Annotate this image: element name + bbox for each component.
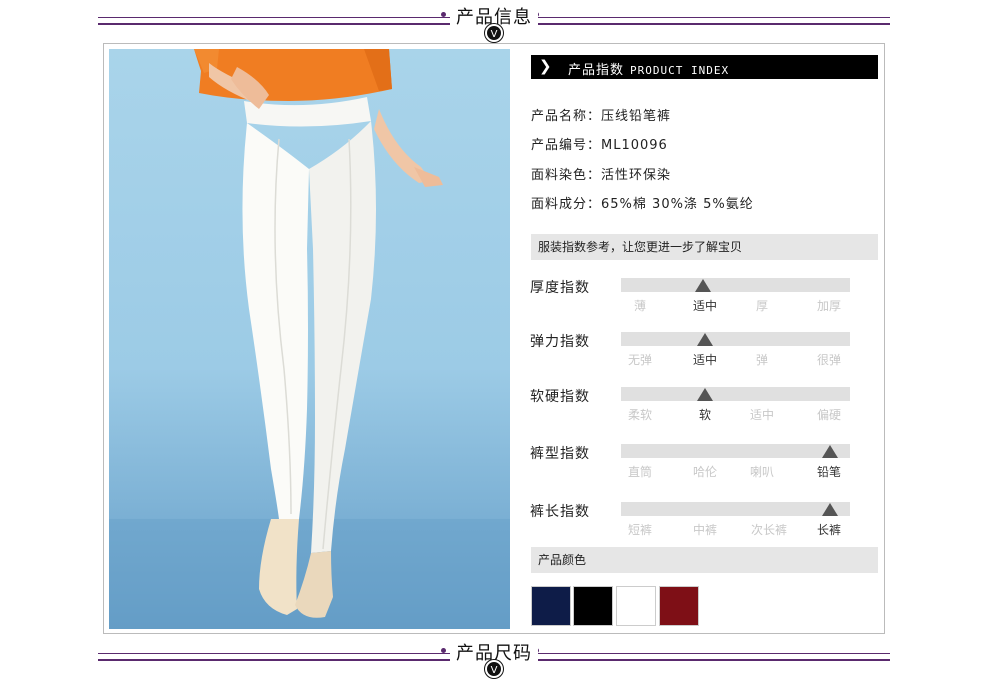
info-row-composition: 面料成分：65%棉 30%涤 5%氨纶 (531, 193, 754, 212)
product-index-header: ❯ 产品指数 PRODUCT INDEX (531, 55, 878, 79)
scale-option: 偏硬 (816, 408, 842, 422)
divider-dot (441, 12, 446, 17)
index-title-en: PRODUCT INDEX (630, 64, 730, 77)
scale-option: 次长裤 (750, 523, 788, 537)
info-row-code: 产品编号：ML10096 (531, 134, 668, 153)
size-guide-note: 服装指数参考，让您更进一步了解宝贝 (531, 234, 878, 260)
scale-option: 短裤 (627, 523, 653, 537)
info-key: 面料染色： (531, 168, 602, 183)
scale-option-selected: 适中 (692, 353, 718, 367)
scale-marker-icon (822, 445, 838, 458)
scale-track (621, 502, 850, 516)
index-title: 产品指数 PRODUCT INDEX (568, 59, 729, 78)
chevron-down-badge-icon: V (485, 660, 503, 678)
scale-option: 加厚 (816, 299, 842, 313)
info-row-name: 产品名称：压线铅笔裤 (531, 105, 671, 124)
info-value: 活性环保染 (601, 168, 672, 183)
info-value: ML10096 (601, 138, 668, 153)
index-title-cn: 产品指数 (568, 63, 625, 78)
scale-track (621, 387, 850, 401)
scale-marker-icon (695, 279, 711, 292)
scale-option: 厚 (755, 299, 769, 313)
scale-option-selected: 适中 (692, 299, 718, 313)
scale-option-selected: 铅笔 (816, 465, 842, 479)
chevron-down-badge-icon: V (485, 24, 503, 42)
scale-marker-icon (697, 333, 713, 346)
section-header-product-info: 产品信息 V (98, 0, 890, 42)
scale-marker-icon (697, 388, 713, 401)
scale-track (621, 278, 850, 292)
info-key: 产品名称： (531, 109, 602, 124)
scale-option: 中裤 (692, 523, 718, 537)
scale-track (621, 332, 850, 346)
scale-marker-icon (822, 503, 838, 516)
info-key: 面料成分： (531, 197, 602, 212)
scale-option: 柔软 (627, 408, 653, 422)
scale-option: 哈伦 (692, 465, 718, 479)
info-value: 65%棉 30%涤 5%氨纶 (601, 197, 754, 212)
scale-label: 裤型指数 (530, 446, 590, 462)
section-header-product-size: 产品尺码 V (98, 636, 890, 678)
scale-option-selected: 软 (698, 408, 712, 422)
scale-option: 无弹 (627, 353, 653, 367)
info-row-dye: 面料染色：活性环保染 (531, 164, 671, 183)
scale-option: 喇叭 (749, 465, 775, 479)
scale-option: 很弹 (816, 353, 842, 367)
chevron-right-icon: ❯ (539, 57, 552, 75)
info-value: 压线铅笔裤 (601, 109, 672, 124)
color-swatch-black[interactable] (573, 586, 613, 626)
scale-label: 厚度指数 (530, 280, 590, 296)
scale-label: 弹力指数 (530, 334, 590, 350)
scale-option: 直筒 (627, 465, 653, 479)
divider-dot (441, 648, 446, 653)
scale-option: 薄 (633, 299, 647, 313)
product-colors-header: 产品颜色 (531, 547, 878, 573)
scale-option: 适中 (749, 408, 775, 422)
scale-option-selected: 长裤 (816, 523, 842, 537)
color-swatch-navy[interactable] (531, 586, 571, 626)
color-swatch-burgundy[interactable] (659, 586, 699, 626)
product-photo (109, 49, 510, 629)
info-key: 产品编号： (531, 138, 602, 153)
model-wearing-pants-image (109, 49, 510, 629)
scale-label: 软硬指数 (530, 389, 590, 405)
scale-option: 弹 (755, 353, 769, 367)
scale-label: 裤长指数 (530, 504, 590, 520)
color-swatch-white[interactable] (616, 586, 656, 626)
scale-track (621, 444, 850, 458)
